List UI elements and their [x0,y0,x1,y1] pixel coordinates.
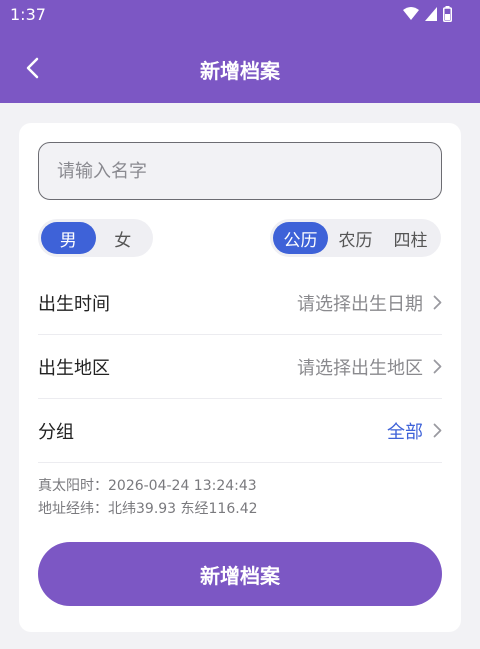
form-card: 男 女 公历 农历 四柱 出生时间 请选择出生日期 出生地区 请选择出生地区 分… [19,123,461,632]
wifi-icon [403,7,419,20]
coordinates-text: 地址经纬：北纬39.93 东经116.42 [38,501,258,517]
gender-option-female[interactable]: 女 [96,222,151,254]
solar-time-text: 真太阳时：2026-04-24 13:24:43 [38,478,257,494]
page-title: 新增档案 [200,59,280,83]
app-header: 1:37 新增档案 [0,0,480,103]
group-value: 全部 [387,421,423,443]
gender-toggle: 男 女 [38,219,153,257]
birth-time-label: 出生时间 [38,293,110,315]
chevron-right-icon [433,423,442,438]
birth-place-label: 出生地区 [38,357,110,379]
location-info: 真太阳时：2026-04-24 13:24:43 地址经纬：北纬39.93 东经… [38,475,258,521]
group-label: 分组 [38,421,74,443]
group-row[interactable]: 分组 全部 [38,399,442,463]
gender-option-male[interactable]: 男 [41,222,96,254]
birth-time-row[interactable]: 出生时间 请选择出生日期 [38,271,442,335]
chevron-right-icon [433,359,442,374]
birth-place-value: 请选择出生地区 [297,357,423,379]
calendar-toggle: 公历 农历 四柱 [270,219,441,257]
chevron-right-icon [433,295,442,310]
calendar-option-solar[interactable]: 公历 [273,222,328,254]
signal-icon [425,7,437,21]
birth-time-value: 请选择出生日期 [297,293,423,315]
birth-place-row[interactable]: 出生地区 请选择出生地区 [38,335,442,399]
calendar-option-four-pillars[interactable]: 四柱 [383,222,438,254]
name-input[interactable] [38,142,442,200]
status-time: 1:37 [10,5,46,24]
calendar-option-lunar[interactable]: 农历 [328,222,383,254]
battery-icon [443,6,452,22]
submit-button[interactable]: 新增档案 [38,542,442,606]
status-icons [403,6,452,22]
status-bar: 1:37 [0,0,480,28]
